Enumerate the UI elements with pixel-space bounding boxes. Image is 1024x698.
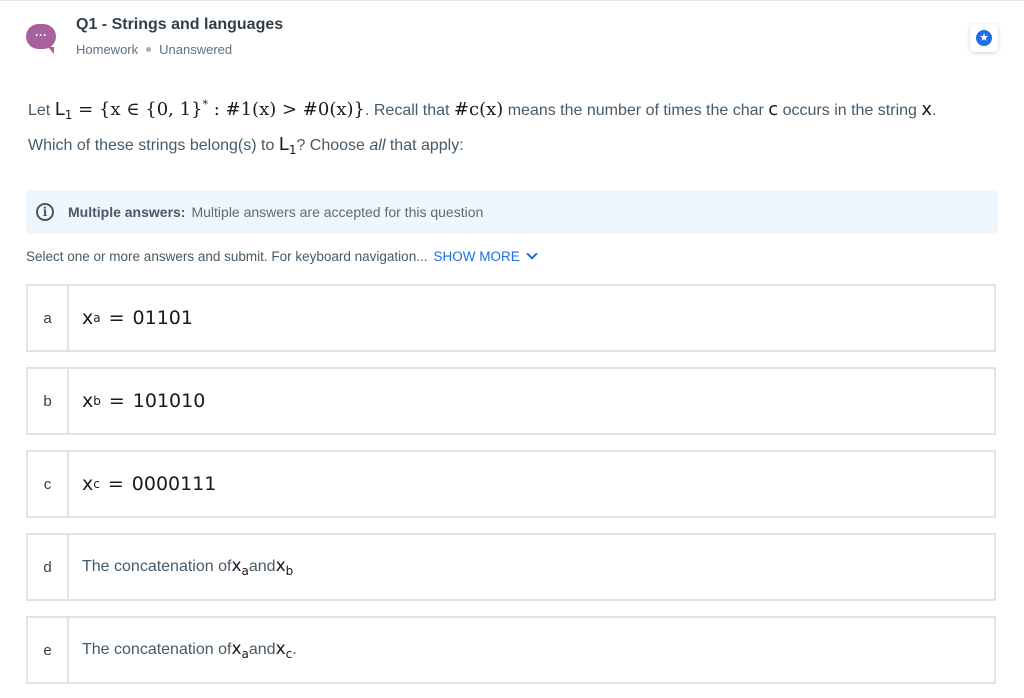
star-icon: ★ xyxy=(976,30,992,46)
option-letter: c xyxy=(28,452,69,516)
math-L1: L1 xyxy=(54,99,73,122)
option-content: x a = 01101 xyxy=(82,307,193,329)
option-letter: e xyxy=(28,618,69,682)
multiple-answers-notice: i Multiple answers: Multiple answers are… xyxy=(26,190,998,234)
question-meta: Homework Unanswered xyxy=(76,42,232,57)
answer-option-a[interactable]: a x a = 01101 xyxy=(26,284,996,352)
info-icon: i xyxy=(36,203,54,221)
question-category: Homework xyxy=(76,42,139,57)
math-count: #c(x) xyxy=(453,99,504,120)
option-content: The concatenation of xa and xc. xyxy=(82,639,297,661)
answer-option-c[interactable]: c x c = 0000111 xyxy=(26,450,996,518)
prompt-text: . xyxy=(932,102,937,119)
prompt-text: that apply: xyxy=(385,137,464,154)
notice-text: Multiple answers are accepted for this q… xyxy=(191,204,484,220)
prompt-text: ? Choose xyxy=(296,137,370,154)
prompt-text: means the number of times the char xyxy=(503,102,769,119)
question-header: ··· Q1 - Strings and languages Homework U… xyxy=(0,0,1024,75)
option-letter: b xyxy=(28,369,69,433)
instructions-text: Select one or more answers and submit. F… xyxy=(26,249,428,264)
answer-option-d[interactable]: d The concatenation of xa and xb xyxy=(26,533,996,601)
prompt-text: Let xyxy=(28,102,55,119)
prompt-text: . Recall that xyxy=(364,102,454,119)
answer-option-b[interactable]: b x b = 101010 xyxy=(26,367,996,435)
speech-bubble-ellipsis-icon: ··· xyxy=(26,24,56,54)
option-content: x c = 0000111 xyxy=(82,473,217,495)
chevron-down-icon xyxy=(526,248,538,260)
show-more-link[interactable]: SHOW MORE xyxy=(433,248,538,264)
prompt-emphasis: all xyxy=(369,137,386,154)
option-content: x b = 101010 xyxy=(82,390,206,412)
option-letter: a xyxy=(28,286,69,350)
notice-label: Multiple answers: xyxy=(68,204,186,220)
instructions: Select one or more answers and submit. F… xyxy=(26,248,538,264)
option-letter: d xyxy=(28,535,69,599)
question-prompt: Let L1 = {x ∈ {0, 1}* : #1(x) > #0(x)}. … xyxy=(28,90,1008,165)
math-set-definition: = {x ∈ {0, 1}* : #1(x) > #0(x)} xyxy=(72,98,365,120)
prompt-text: occurs in the string xyxy=(778,102,922,119)
math-x: x xyxy=(921,99,933,120)
question-status: Unanswered xyxy=(159,42,233,57)
math-c: c xyxy=(768,99,779,120)
bookmark-button[interactable]: ★ xyxy=(970,24,998,52)
option-content: The concatenation of xa and xb xyxy=(82,556,294,578)
answer-option-e[interactable]: e The concatenation of xa and xc. xyxy=(26,616,996,684)
question-title: Q1 - Strings and languages xyxy=(76,16,284,33)
math-L1: L1 xyxy=(278,134,297,157)
prompt-text: Which of these strings belong(s) to xyxy=(28,137,279,154)
separator-dot xyxy=(146,47,152,53)
